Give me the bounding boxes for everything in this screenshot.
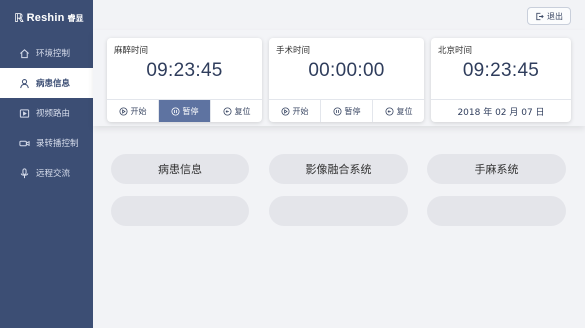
clock-display: 09:23:45 bbox=[462, 60, 540, 81]
timer-display: 09:23:45 bbox=[146, 60, 223, 81]
patient-info-button[interactable]: 病患信息 bbox=[111, 154, 249, 184]
sidebar-item-label: 远程交流 bbox=[36, 169, 71, 179]
empty-slot-button[interactable] bbox=[269, 196, 408, 226]
play-icon bbox=[280, 106, 290, 116]
timer-display: 00:00:00 bbox=[308, 60, 385, 81]
reset-button[interactable]: 复位 bbox=[373, 100, 424, 122]
timer-title: 北京时间 bbox=[438, 46, 473, 56]
microphone-icon bbox=[18, 167, 30, 179]
image-fusion-button[interactable]: 影像融合系统 bbox=[269, 154, 408, 184]
reset-label: 复位 bbox=[396, 106, 413, 116]
sidebar-item-environment-control[interactable]: 环境控制 bbox=[0, 38, 93, 68]
sidebar-nav: 环境控制 病患信息 视频路由 录转播控制 远程交流 bbox=[0, 38, 99, 188]
brand-cn-name: 睿显 bbox=[67, 13, 84, 23]
pause-button[interactable]: 暂停 bbox=[159, 100, 211, 122]
beijing-time-card: 北京时间 09:23:45 2018 年 02 月 07 日 bbox=[431, 38, 571, 122]
sidebar-item-recording-control[interactable]: 录转播控制 bbox=[0, 128, 93, 158]
timer-panel: 麻醉时间 09:23:45 开始 暂停 复位 手术时间 00:00:00 开始 bbox=[93, 30, 585, 126]
logo-mark-icon: ℝ bbox=[14, 11, 24, 25]
brand-logo: ℝ Reshin 睿显 bbox=[14, 10, 84, 26]
sidebar: ℝ Reshin 睿显 环境控制 病患信息 视频路由 录转播控制 远程交流 bbox=[0, 0, 99, 328]
pause-label: 暂停 bbox=[182, 106, 199, 116]
date-display: 2018 年 02 月 07 日 bbox=[431, 99, 571, 122]
play-icon bbox=[118, 106, 128, 116]
anesthesia-system-button[interactable]: 手麻系统 bbox=[427, 154, 566, 184]
sidebar-item-label: 录转播控制 bbox=[36, 139, 79, 149]
camera-icon bbox=[18, 137, 30, 149]
brand-name: Reshin bbox=[26, 12, 65, 24]
pause-label: 暂停 bbox=[344, 106, 361, 116]
sidebar-item-video-routing[interactable]: 视频路由 bbox=[0, 98, 93, 128]
exit-button[interactable]: 退出 bbox=[527, 7, 571, 25]
start-button[interactable]: 开始 bbox=[107, 100, 159, 122]
reset-icon bbox=[384, 106, 394, 116]
timer-actions: 开始 暂停 复位 bbox=[107, 99, 262, 122]
sidebar-item-label: 环境控制 bbox=[36, 49, 71, 59]
exit-label: 退出 bbox=[547, 11, 563, 21]
sidebar-item-patient-info[interactable]: 病患信息 bbox=[0, 68, 99, 98]
user-icon bbox=[18, 77, 30, 89]
reset-icon bbox=[222, 106, 232, 116]
pause-button[interactable]: 暂停 bbox=[321, 100, 373, 122]
timer-title: 麻醉时间 bbox=[114, 46, 149, 56]
empty-slot-button[interactable] bbox=[427, 196, 566, 226]
pause-icon bbox=[170, 106, 180, 116]
empty-slot-button[interactable] bbox=[111, 196, 249, 226]
sidebar-item-remote-communication[interactable]: 远程交流 bbox=[0, 158, 93, 188]
timer-actions: 开始 暂停 复位 bbox=[269, 99, 424, 122]
sidebar-item-label: 病患信息 bbox=[36, 79, 71, 89]
surgery-timer-card: 手术时间 00:00:00 开始 暂停 复位 bbox=[269, 38, 424, 122]
pause-icon bbox=[332, 106, 342, 116]
exit-icon bbox=[536, 12, 544, 20]
anesthesia-timer-card: 麻醉时间 09:23:45 开始 暂停 复位 bbox=[107, 38, 262, 122]
reset-label: 复位 bbox=[234, 106, 251, 116]
start-label: 开始 bbox=[292, 106, 309, 116]
start-button[interactable]: 开始 bbox=[269, 100, 321, 122]
start-label: 开始 bbox=[130, 106, 147, 116]
reset-button[interactable]: 复位 bbox=[211, 100, 262, 122]
sidebar-item-label: 视频路由 bbox=[36, 109, 71, 119]
video-icon bbox=[18, 107, 30, 119]
home-icon bbox=[18, 47, 30, 59]
timer-title: 手术时间 bbox=[276, 46, 311, 56]
